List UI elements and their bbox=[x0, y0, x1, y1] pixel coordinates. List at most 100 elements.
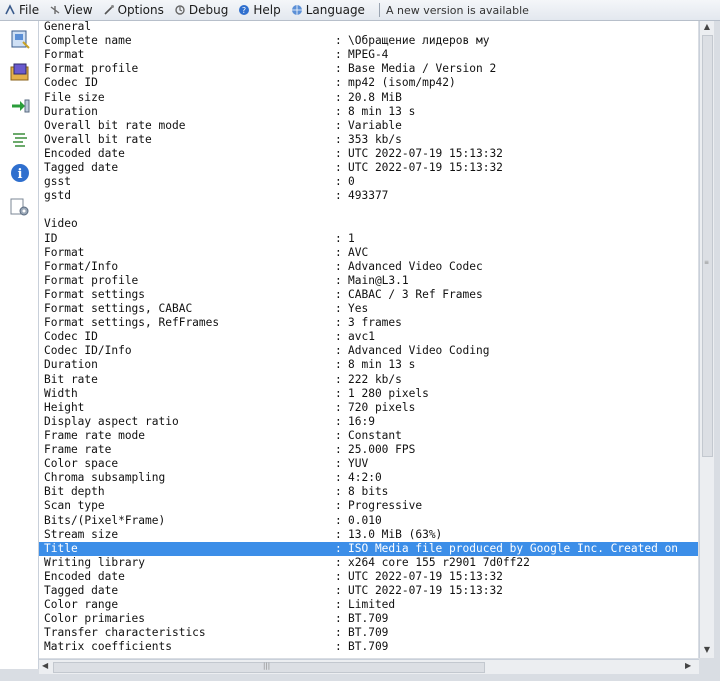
vertical-scrollbar[interactable]: ▲ ≡ ▼ bbox=[699, 21, 714, 658]
field-name: Title bbox=[44, 541, 78, 555]
report-row[interactable]: Encoded date: UTC 2022-07-19 15:13:32 bbox=[39, 147, 698, 161]
menu-help[interactable]: ? Help bbox=[234, 0, 286, 20]
export-icon[interactable] bbox=[9, 95, 31, 117]
report-row[interactable]: Color space: YUV bbox=[39, 457, 698, 471]
field-name: Matrix coefficients bbox=[44, 640, 172, 654]
report-row-selected[interactable]: Title: ISO Media file produced by Google … bbox=[39, 541, 698, 556]
field-name: Width bbox=[44, 386, 78, 400]
report-row[interactable]: Complete name: \Обращение лидеров му bbox=[39, 34, 698, 48]
report-row[interactable]: Overall bit rate:353 kb/s bbox=[39, 133, 698, 147]
report-row[interactable]: Bits/(Pixel*Frame):0.010 bbox=[39, 514, 698, 528]
report-row[interactable]: Tagged date: UTC 2022-07-19 15:13:32 bbox=[39, 584, 698, 598]
toolbar-sidebar: i bbox=[0, 21, 39, 669]
menu-language[interactable]: Language bbox=[287, 0, 371, 20]
report-row[interactable]: Format: MPEG-4 bbox=[39, 48, 698, 62]
report-row[interactable]: Format settings, RefFrames:3 frames bbox=[39, 316, 698, 330]
report-row[interactable]: Frame rate:25.000 FPS bbox=[39, 443, 698, 457]
report-row[interactable]: Width:1 280 pixels bbox=[39, 387, 698, 401]
report-row[interactable]: Duration:8 min 13 s bbox=[39, 358, 698, 372]
report-row[interactable]: Overall bit rate mode: Variable bbox=[39, 119, 698, 133]
menu-help-label: Help bbox=[253, 3, 281, 17]
field-value: Variable bbox=[348, 118, 402, 132]
report-row[interactable]: Color primaries: BT.709 bbox=[39, 612, 698, 626]
field-name: Display aspect ratio bbox=[44, 414, 179, 428]
vertical-scroll-thumb[interactable] bbox=[702, 35, 713, 457]
report-row[interactable]: Chroma subsampling:4:2:0 bbox=[39, 471, 698, 485]
menu-options[interactable]: Options bbox=[99, 0, 170, 20]
scroll-up-icon[interactable]: ▲ bbox=[702, 22, 712, 31]
field-separator: : bbox=[335, 34, 342, 48]
field-separator: : bbox=[335, 146, 342, 160]
field-name: Format bbox=[44, 245, 85, 259]
report-row[interactable]: Stream size:13.0 MiB (63%) bbox=[39, 528, 698, 542]
report-row[interactable]: Format/Info: Advanced Video Codec bbox=[39, 260, 698, 274]
report-row[interactable]: Format: AVC bbox=[39, 246, 698, 260]
menu-options-label: Options bbox=[117, 3, 164, 17]
field-name: gsst bbox=[44, 175, 71, 189]
menu-file[interactable]: File bbox=[0, 0, 45, 20]
field-separator: : bbox=[335, 175, 342, 189]
scroll-right-icon[interactable]: ▶ bbox=[685, 661, 691, 670]
report-row[interactable]: ID:1 bbox=[39, 232, 698, 246]
horizontal-scrollbar[interactable]: ◀ ||| ▶ bbox=[39, 659, 699, 674]
field-separator: : bbox=[335, 499, 342, 513]
field-name: Writing library bbox=[44, 555, 146, 569]
open-folder-icon[interactable] bbox=[9, 61, 31, 83]
report-row[interactable]: Transfer characteristics: BT.709 bbox=[39, 626, 698, 640]
preferences-icon[interactable] bbox=[9, 196, 31, 218]
scroll-down-icon[interactable]: ▼ bbox=[702, 645, 712, 654]
field-name: Color range bbox=[44, 598, 119, 612]
field-value: BT.709 bbox=[348, 612, 389, 626]
field-value: Limited bbox=[348, 598, 396, 612]
field-value: \Обращение лидеров му bbox=[348, 34, 490, 48]
field-name: Format profile bbox=[44, 273, 139, 287]
report-row[interactable]: Tagged date: UTC 2022-07-19 15:13:32 bbox=[39, 161, 698, 175]
field-separator: : bbox=[335, 457, 342, 471]
report-row[interactable]: gstd:493377 bbox=[39, 189, 698, 203]
report-row[interactable]: Frame rate mode: Constant bbox=[39, 429, 698, 443]
report-row[interactable]: Scan type: Progressive bbox=[39, 499, 698, 513]
menu-debug[interactable]: Debug bbox=[170, 0, 234, 20]
new-version-notice[interactable]: A new version is available bbox=[386, 4, 529, 17]
report-row[interactable]: Codec ID/Info: Advanced Video Coding bbox=[39, 344, 698, 358]
report-row[interactable]: Height:720 pixels bbox=[39, 401, 698, 415]
menu-view[interactable]: View bbox=[45, 0, 98, 20]
report-row[interactable]: Bit depth:8 bits bbox=[39, 485, 698, 499]
info-icon[interactable]: i bbox=[9, 162, 31, 184]
report-row[interactable]: Display aspect ratio:16:9 bbox=[39, 415, 698, 429]
report-row[interactable]: Matrix coefficients: BT.709 bbox=[39, 640, 698, 654]
menu-debug-label: Debug bbox=[188, 3, 229, 17]
report-row[interactable]: Duration:8 min 13 s bbox=[39, 105, 698, 119]
report-row[interactable]: Codec ID: mp42 (isom/mp42) bbox=[39, 76, 698, 90]
report-row[interactable]: Format settings, CABAC: Yes bbox=[39, 302, 698, 316]
debug-icon bbox=[174, 4, 186, 16]
help-icon: ? bbox=[238, 4, 250, 16]
report-row[interactable]: Format profile: Main@L3.1 bbox=[39, 274, 698, 288]
scroll-left-icon[interactable]: ◀ bbox=[42, 661, 48, 670]
report-row[interactable]: Codec ID: avc1 bbox=[39, 330, 698, 344]
open-file-icon[interactable] bbox=[9, 28, 31, 50]
field-separator: : bbox=[335, 569, 342, 583]
report-row[interactable]: Format settings: CABAC / 3 Ref Frames bbox=[39, 288, 698, 302]
field-value: BT.709 bbox=[348, 626, 389, 640]
field-separator: : bbox=[335, 76, 342, 90]
report-text-area[interactable]: General Complete name: \Обращение лидеров … bbox=[39, 21, 698, 658]
report-row[interactable]: Format profile: Base Media / Version 2 bbox=[39, 62, 698, 76]
report-row[interactable]: File size:20.8 MiB bbox=[39, 91, 698, 105]
report-row[interactable]: gsst:0 bbox=[39, 175, 698, 189]
report-row[interactable]: Color range: Limited bbox=[39, 598, 698, 612]
report-row[interactable]: Encoded date: UTC 2022-07-19 15:13:32 bbox=[39, 570, 698, 584]
report-row[interactable]: Bit rate:222 kb/s bbox=[39, 373, 698, 387]
options-icon bbox=[103, 4, 115, 16]
view-icon bbox=[49, 4, 61, 16]
field-name: File size bbox=[44, 90, 105, 104]
report-row[interactable]: Writing library: x264 core 155 r2901 7d0f… bbox=[39, 556, 698, 570]
field-separator: : bbox=[335, 485, 342, 499]
section-heading: General bbox=[44, 21, 92, 33]
field-name: ID bbox=[44, 231, 58, 245]
field-value: 8 min 13 s bbox=[348, 358, 416, 372]
field-separator: : bbox=[335, 555, 342, 569]
field-separator: : bbox=[335, 386, 342, 400]
field-value: ISO Media file produced by Google Inc. C… bbox=[348, 541, 679, 555]
list-view-icon[interactable] bbox=[9, 129, 31, 151]
